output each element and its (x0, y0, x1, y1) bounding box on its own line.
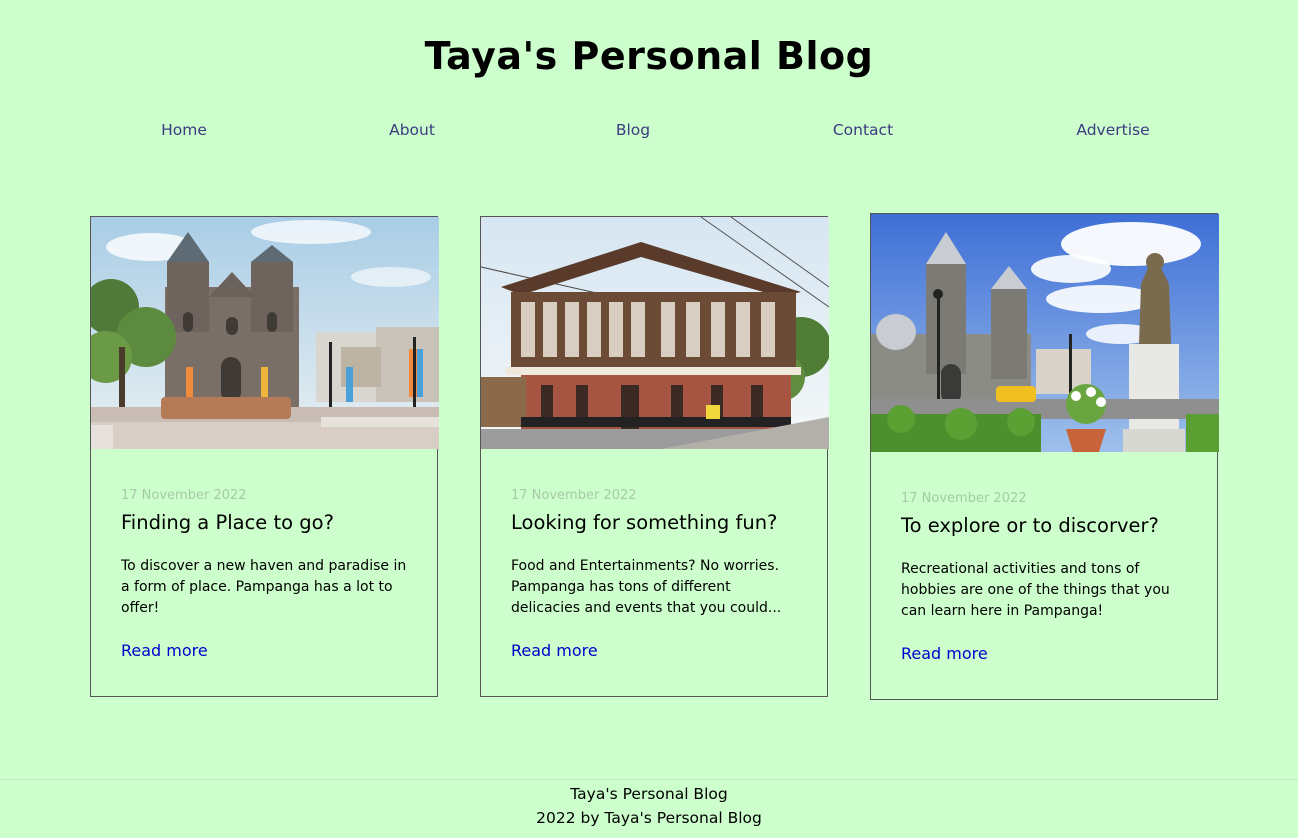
read-more-link[interactable]: Read more (511, 641, 797, 660)
post-title: Looking for something fun? (511, 511, 778, 534)
church-statue-image (871, 214, 1219, 452)
heritage-house-image (481, 217, 829, 449)
post-date: 17 November 2022 (511, 488, 637, 503)
site-footer: Taya's Personal Blog 2022 by Taya's Pers… (0, 779, 1298, 838)
post-date: 17 November 2022 (901, 491, 1027, 506)
post-title: To explore or to discorver? (901, 514, 1159, 537)
post-date: 17 November 2022 (121, 488, 247, 503)
read-more-link[interactable]: Read more (121, 641, 407, 660)
blog-card-1: 17 November 2022 Finding a Place to go? … (90, 216, 439, 697)
nav-home[interactable]: Home (161, 121, 207, 139)
card-body: 17 November 2022 Looking for something f… (481, 449, 827, 660)
site-title: Taya's Personal Blog (424, 34, 874, 78)
nav-about[interactable]: About (389, 121, 435, 139)
nav-advertise[interactable]: Advertise (1076, 121, 1149, 139)
card-body: 17 November 2022 To explore or to discor… (871, 452, 1217, 663)
blog-card-3: 17 November 2022 To explore or to discor… (870, 213, 1219, 700)
card-body: 17 November 2022 Finding a Place to go? … (91, 449, 437, 660)
nav-contact[interactable]: Contact (833, 121, 893, 139)
church-plaza-image (91, 217, 439, 449)
footer-title: Taya's Personal Blog (570, 785, 728, 803)
post-title: Finding a Place to go? (121, 511, 334, 534)
post-excerpt: Food and Entertainments? No worries. Pam… (511, 558, 782, 616)
footer-copyright: 2022 by Taya's Personal Blog (536, 809, 762, 827)
blog-card-2: 17 November 2022 Looking for something f… (480, 216, 829, 697)
post-excerpt: To discover a new haven and paradise in … (121, 558, 407, 616)
read-more-link[interactable]: Read more (901, 644, 1187, 663)
post-excerpt: Recreational activities and tons of hobb… (901, 561, 1170, 619)
nav-blog[interactable]: Blog (616, 121, 650, 139)
